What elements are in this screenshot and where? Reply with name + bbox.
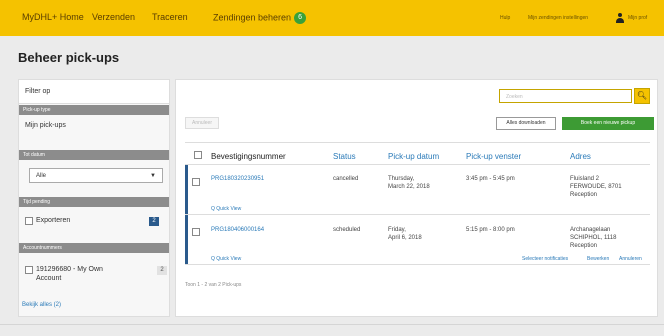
account-label-2: Account	[36, 275, 62, 282]
divider	[185, 142, 650, 143]
status-text: scheduled	[333, 227, 361, 233]
date-header: Tot datum	[19, 150, 169, 160]
row-accent	[185, 165, 188, 214]
pickups-panel: Zoeken 🔍︎ Annuleer Alles downloaden Boek…	[175, 79, 658, 317]
row-checkbox[interactable]	[192, 228, 200, 236]
nav-manage-label: Zendingen beheren	[213, 12, 292, 23]
confirmation-number[interactable]: PRG180406000164	[211, 226, 264, 234]
divider	[185, 164, 650, 165]
select-all-checkbox[interactable]	[194, 151, 202, 159]
divider	[185, 214, 650, 215]
pickup-type-header: Pick-up type	[19, 105, 169, 115]
account-checkbox[interactable]	[25, 266, 33, 274]
page-title: Beheer pick-ups	[18, 50, 120, 65]
col-header-address[interactable]: Adres	[570, 152, 591, 161]
address-line: Archanagelaan	[570, 227, 611, 233]
results-summary: Toon 1 - 2 van 2 Pick-ups	[185, 282, 242, 288]
accounts-header: Accountnummers	[19, 243, 169, 253]
export-checkbox[interactable]	[25, 217, 33, 225]
address-line: Reception	[570, 243, 598, 249]
account-label: 191296680 - My Own	[36, 266, 103, 273]
date-select-value: Alle	[36, 173, 47, 179]
book-pickup-button[interactable]: Boek een nieuwe pickup	[562, 117, 654, 130]
row-accent	[185, 215, 188, 264]
cancel-link[interactable]: Annuleren	[619, 256, 642, 262]
nav-send[interactable]: Verzenden	[92, 12, 135, 22]
col-header-status[interactable]: Status	[333, 152, 356, 161]
pickup-date-2: April 6, 2018	[388, 235, 422, 241]
address-line: FERWOUDE, 8701	[570, 184, 622, 190]
edit-link[interactable]: Bewerken	[587, 256, 609, 262]
export-count-badge: 2	[149, 217, 159, 226]
pickup-date: Friday,	[388, 227, 406, 233]
nav-manage[interactable]: Zendingen beheren 6	[213, 12, 307, 24]
user-icon[interactable]	[616, 13, 624, 23]
pickup-window: 5:15 pm - 8:00 pm	[466, 227, 515, 233]
filter-sidebar: Filter op Pick-up type Mijn pick-ups Tot…	[18, 79, 170, 317]
row-checkbox[interactable]	[192, 178, 200, 186]
footer-divider	[0, 324, 664, 325]
nav-settings[interactable]: Mijn zendingen instellingen	[528, 15, 588, 21]
search-input[interactable]: Zoeken	[499, 89, 632, 103]
confirmation-number[interactable]: PRG180320230951	[211, 175, 264, 183]
pickup-date: Thursday,	[388, 176, 415, 182]
nav-home[interactable]: MyDHL+ Home	[22, 12, 84, 22]
chevron-down-icon: ▼	[150, 173, 156, 179]
notification-badge: 6	[294, 12, 307, 24]
top-nav: MyDHL+ Home Verzenden Traceren Zendingen…	[0, 0, 664, 36]
select-notifications-link[interactable]: Selecteer notificaties	[522, 256, 568, 262]
search-icon[interactable]: 🔍︎	[634, 88, 650, 104]
address-line: SCHIPHOL, 1118	[570, 235, 617, 241]
nav-help[interactable]: Hulp	[500, 15, 510, 21]
filter-label: Filter op	[19, 80, 169, 104]
col-header-window[interactable]: Pick-up venster	[466, 152, 521, 161]
nav-track[interactable]: Traceren	[152, 12, 188, 22]
date-select[interactable]: Alle ▼	[29, 168, 163, 183]
address-line: Fluisland 2	[570, 176, 600, 182]
cancel-button[interactable]: Annuleer	[185, 117, 219, 129]
filter-my-pickups[interactable]: Mijn pick-ups	[25, 122, 66, 129]
divider	[185, 264, 650, 265]
export-label: Exporteren	[36, 217, 71, 224]
col-header-date[interactable]: Pick-up datum	[388, 152, 439, 161]
download-all-button[interactable]: Alles downloaden	[496, 117, 556, 130]
nav-profile[interactable]: Mijn prof	[628, 15, 647, 21]
pickup-window: 3:45 pm - 5:45 pm	[466, 176, 515, 182]
status-text: cancelled	[333, 176, 359, 182]
pending-header: Tijd pending	[19, 197, 169, 207]
col-header-number[interactable]: Bevestigingsnummer	[211, 152, 286, 161]
pickup-date-2: March 22, 2018	[388, 184, 430, 190]
account-count-badge: 2	[157, 266, 167, 275]
quick-view-link[interactable]: Q Quick View	[211, 206, 241, 212]
show-all-link[interactable]: Bekijk alles (2)	[22, 302, 61, 308]
quick-view-link[interactable]: Q Quick View	[211, 256, 241, 262]
address-line: Reception	[570, 192, 598, 198]
